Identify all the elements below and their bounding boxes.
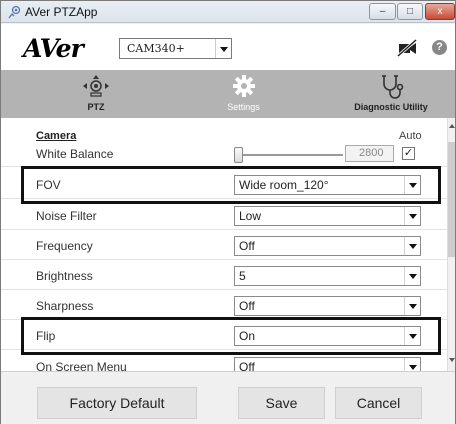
brightness-label: Brightness xyxy=(36,269,93,283)
chevron-down-icon[interactable] xyxy=(404,358,420,371)
tab-settings-label: Settings xyxy=(227,102,260,112)
app-window: AVer PTZApp – □ x AVer CAM340+ ? PTZ Set… xyxy=(0,0,456,424)
vertical-scrollbar[interactable] xyxy=(447,118,455,371)
chevron-down-icon[interactable] xyxy=(215,39,231,58)
tab-diagnostic-utility[interactable]: Diagnostic Utility xyxy=(346,70,436,118)
chevron-down-icon[interactable] xyxy=(404,267,420,285)
camera-model-select[interactable]: CAM340+ xyxy=(119,38,232,59)
gear-icon xyxy=(232,75,255,97)
scroll-down-icon[interactable] xyxy=(449,358,455,362)
app-icon xyxy=(8,5,21,19)
cancel-button[interactable]: Cancel xyxy=(335,387,422,419)
setting-row-frequency: Frequency Off xyxy=(1,231,447,260)
scrollbar-thumb[interactable] xyxy=(448,142,455,257)
window-title: AVer PTZApp xyxy=(25,5,98,19)
title-bar: AVer PTZApp – □ x xyxy=(1,1,455,23)
on-screen-menu-label: On Screen Menu xyxy=(36,360,127,371)
sharpness-label: Sharpness xyxy=(36,299,94,313)
stethoscope-icon xyxy=(382,75,404,99)
tab-ptz-label: PTZ xyxy=(87,102,105,112)
sharpness-select[interactable]: Off xyxy=(234,296,421,316)
sharpness-value: Off xyxy=(239,299,255,313)
tab-ptz[interactable]: PTZ xyxy=(61,70,131,118)
setting-row-sharpness: Sharpness Off xyxy=(1,291,447,320)
ptz-camera-icon xyxy=(83,75,109,97)
on-screen-menu-value: Off xyxy=(239,360,255,371)
brightness-select[interactable]: 5 xyxy=(234,266,421,286)
save-button[interactable]: Save xyxy=(238,387,325,419)
tab-diagnostic-label: Diagnostic Utility xyxy=(354,102,428,112)
white-balance-label: White Balance xyxy=(36,147,114,161)
setting-row-brightness: Brightness 5 xyxy=(1,261,447,290)
camera-heading[interactable]: Camera xyxy=(36,130,76,142)
noise-filter-label: Noise Filter xyxy=(36,209,97,223)
factory-default-button[interactable]: Factory Default xyxy=(37,387,197,419)
maximize-button[interactable]: □ xyxy=(397,3,423,20)
auto-label: Auto xyxy=(399,130,422,142)
minimize-button[interactable]: – xyxy=(369,3,396,20)
white-balance-row: White Balance 2800 ✓ xyxy=(1,142,447,167)
chevron-down-icon[interactable] xyxy=(404,297,420,315)
footer: Factory Default Save Cancel xyxy=(1,371,455,424)
setting-row-noise-filter: Noise Filter Low xyxy=(1,201,447,230)
frequency-value: Off xyxy=(239,239,255,253)
white-balance-value: 2800 xyxy=(345,145,394,162)
tab-bar: PTZ Settings Diagnostic Utility xyxy=(1,70,455,118)
white-balance-auto-checkbox[interactable]: ✓ xyxy=(402,147,415,160)
fov-highlight-box xyxy=(21,166,441,204)
header: AVer CAM340+ ? xyxy=(1,24,455,70)
frequency-label: Frequency xyxy=(36,239,93,253)
tab-settings[interactable]: Settings xyxy=(206,70,281,118)
video-off-icon[interactable] xyxy=(396,38,418,58)
camera-model-value: CAM340+ xyxy=(127,42,185,55)
noise-filter-value: Low xyxy=(239,209,262,223)
frequency-select[interactable]: Off xyxy=(234,236,421,256)
settings-panel: Camera Auto White Balance 2800 ✓ FOV Wid… xyxy=(1,118,447,371)
brightness-value: 5 xyxy=(239,269,246,283)
scroll-up-icon[interactable] xyxy=(449,124,455,128)
white-balance-slider-thumb[interactable] xyxy=(234,147,243,163)
noise-filter-select[interactable]: Low xyxy=(234,206,421,226)
close-button[interactable]: x xyxy=(425,3,455,20)
help-icon[interactable]: ? xyxy=(432,40,447,55)
white-balance-slider-track[interactable] xyxy=(239,154,343,156)
flip-highlight-box xyxy=(21,317,441,355)
chevron-down-icon[interactable] xyxy=(404,237,420,255)
chevron-down-icon[interactable] xyxy=(404,207,420,225)
aver-logo: AVer xyxy=(23,34,84,63)
on-screen-menu-select[interactable]: Off xyxy=(234,357,421,371)
